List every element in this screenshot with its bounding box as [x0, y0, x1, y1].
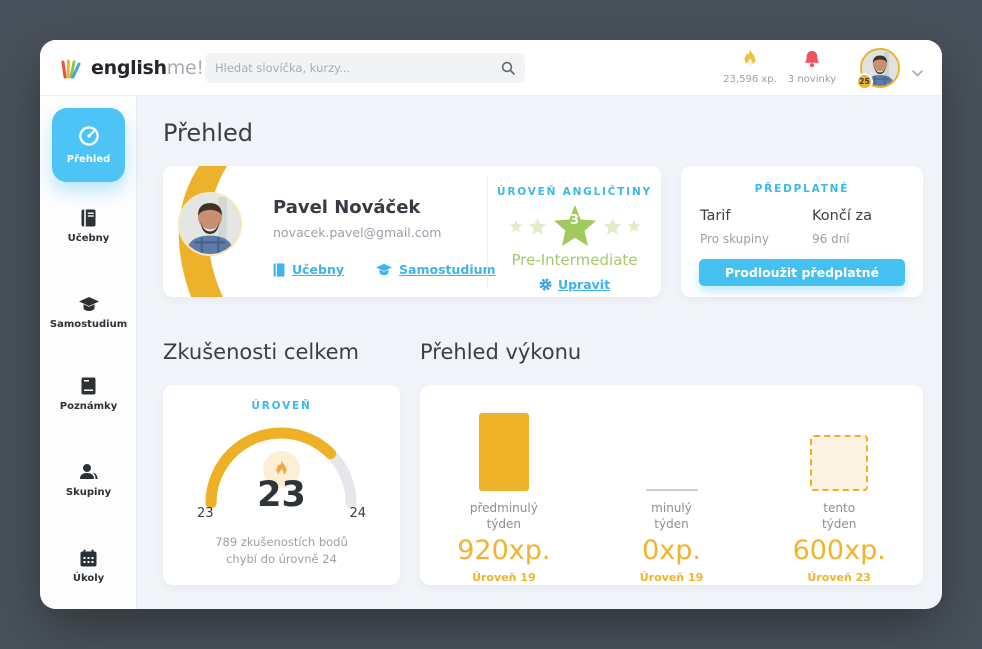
user-name: Pavel Nováček	[273, 197, 420, 218]
avatar-level-badge: 25	[856, 73, 873, 90]
star-icon	[603, 217, 622, 236]
experience-heading: Zkušenosti celkem	[163, 340, 359, 364]
level-stars: 3	[488, 202, 661, 250]
bell-icon	[776, 48, 848, 70]
edit-level-link[interactable]: Upravit	[539, 277, 610, 292]
sidebar-item-label: Poznámky	[40, 401, 137, 412]
bar-last-week	[646, 489, 698, 491]
expires-block: Končí za 96 dní	[812, 208, 872, 246]
star-icon	[509, 219, 523, 233]
week-xp-value: 0xp.	[642, 535, 701, 566]
week-level: Úroveň 19	[640, 571, 704, 584]
gear-icon	[539, 278, 552, 291]
subscription-title: PŘEDPLATNÉ	[681, 183, 923, 195]
week-label: minulýtýden	[651, 500, 692, 532]
brand-name: englishme!	[91, 57, 204, 79]
sidebar-item-poznamky[interactable]: Poznámky	[40, 376, 137, 412]
link-samostudium[interactable]: Samostudium	[376, 262, 496, 277]
graduation-cap-icon	[376, 263, 392, 276]
star-icon	[627, 219, 641, 233]
chevron-down-icon[interactable]	[912, 62, 923, 81]
gauge-min-label: 23	[197, 506, 214, 521]
topbar: englishme! 23,596 xp.	[40, 40, 942, 96]
sidebar-item-label: Samostudium	[40, 319, 137, 330]
week-xp-value: 920xp.	[457, 535, 550, 566]
tarif-label: Tarif	[700, 208, 769, 224]
sidebar-item-label: Přehled	[67, 154, 111, 165]
week-column: předminulýtýden 920xp. Úroveň 19	[420, 405, 588, 585]
star-icon	[528, 217, 547, 236]
extend-subscription-button[interactable]: Prodloužit předplatné	[699, 259, 905, 286]
edit-label: Upravit	[558, 277, 610, 292]
gauge-title: ÚROVEŇ	[163, 400, 400, 412]
search-bar[interactable]	[205, 53, 525, 83]
profile-avatar	[178, 192, 242, 256]
week-label: předminulýtýden	[470, 500, 538, 532]
user-menu[interactable]: 25	[860, 48, 900, 88]
link-label: Samostudium	[399, 262, 496, 277]
performance-heading: Přehled výkonu	[420, 340, 581, 364]
profile-card: Pavel Nováček novacek.pavel@gmail.com Uč…	[163, 166, 661, 297]
week-label: tentotýden	[822, 500, 856, 532]
book-icon	[40, 208, 137, 227]
bar-week-before-last	[479, 413, 529, 491]
current-level-star: 3	[552, 203, 598, 249]
week-level: Úroveň 23	[807, 571, 871, 584]
tarif-block: Tarif Pro skupiny	[700, 208, 769, 246]
sidebar-item-label: Skupiny	[40, 487, 137, 498]
week-level: Úroveň 19	[472, 571, 536, 584]
graduation-cap-icon	[40, 294, 137, 313]
subscription-card: PŘEDPLATNÉ Tarif Pro skupiny Končí za 96…	[681, 166, 923, 297]
english-level-title: ÚROVEŇ ANGLIČTINY	[488, 186, 661, 198]
level-gauge-card: ÚROVEŇ 23 23 24 789 zkušenostích bodů ch…	[163, 385, 400, 585]
notebook-icon	[40, 376, 137, 395]
english-level-section: ÚROVEŇ ANGLIČTINY 3 Pre-Intermediate	[488, 166, 661, 297]
book-icon	[273, 263, 285, 277]
sidebar-item-label: Úkoly	[40, 573, 137, 584]
sidebar-item-prehled[interactable]: Přehled	[52, 108, 125, 182]
search-icon[interactable]	[501, 61, 515, 75]
profile-quick-links: Učebny Samostudium	[273, 262, 496, 277]
sidebar-item-ukoly[interactable]: Úkoly	[40, 548, 137, 584]
logo-icon	[60, 56, 84, 80]
sidebar-item-skupiny[interactable]: Skupiny	[40, 462, 137, 498]
performance-card: předminulýtýden 920xp. Úroveň 19 minulýt…	[420, 385, 923, 585]
sidebar-item-ucebny[interactable]: Učebny	[40, 208, 137, 244]
users-icon	[40, 462, 137, 481]
main-content: Přehled Pavel Nováček novacek.pavel@gmai…	[137, 96, 942, 609]
news-label: 3 novinky	[776, 74, 848, 85]
calendar-icon	[40, 548, 137, 567]
search-input[interactable]	[215, 61, 501, 75]
level-name: Pre-Intermediate	[488, 251, 661, 269]
sidebar: Přehled Učebny Samostudium	[40, 96, 137, 609]
user-email: novacek.pavel@gmail.com	[273, 225, 441, 240]
page-title: Přehled	[163, 119, 253, 147]
news-counter[interactable]: 3 novinky	[776, 48, 848, 85]
app-window: englishme! 23,596 xp.	[40, 40, 942, 609]
expires-value: 96 dní	[812, 232, 872, 246]
tarif-value: Pro skupiny	[700, 232, 769, 246]
bar-this-week	[810, 435, 868, 491]
sidebar-item-samostudium[interactable]: Samostudium	[40, 294, 137, 330]
week-column: minulýtýden 0xp. Úroveň 19	[588, 405, 756, 585]
gauge-caption: 789 zkušenostích bodů chybí do úrovně 24	[163, 534, 400, 567]
gauge-max-label: 24	[349, 506, 366, 521]
week-xp-value: 600xp.	[793, 535, 886, 566]
link-label: Učebny	[292, 262, 344, 277]
link-ucebny[interactable]: Učebny	[273, 262, 344, 277]
dashboard-icon	[78, 125, 100, 147]
expires-label: Končí za	[812, 208, 872, 224]
sidebar-item-label: Učebny	[40, 233, 137, 244]
level-number: 3	[552, 213, 598, 228]
week-column: tentotýden 600xp. Úroveň 23	[755, 405, 923, 585]
app-logo[interactable]: englishme!	[60, 56, 210, 80]
